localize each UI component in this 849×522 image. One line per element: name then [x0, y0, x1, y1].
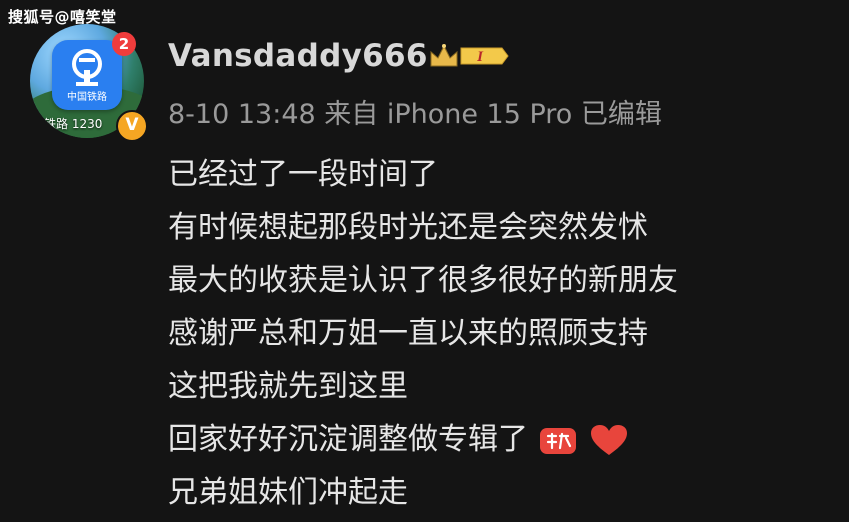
railway-app-icon: 中国铁路: [52, 40, 122, 110]
user-avatar[interactable]: 中国铁路 铁路 1230 2 V: [30, 24, 148, 142]
post-line: 有时候想起那段时光还是会突然发怵: [168, 210, 648, 245]
username[interactable]: Vansdaddy666: [168, 38, 428, 74]
fist-emoji-icon: [539, 427, 576, 454]
post-line: 已经过了一段时间了: [168, 157, 438, 192]
railway-logo-icon: [72, 49, 102, 86]
post-line-text: 回家好好沉淀调整做专辑了: [168, 422, 528, 457]
level-label: I: [476, 49, 484, 65]
post-body: 已经过了一段时间了 有时候想起那段时光还是会突然发怵 最大的收获是认识了很多很好…: [168, 148, 828, 519]
post-line: 最大的收获是认识了很多很好的新朋友: [168, 263, 678, 298]
post-line: 感谢严总和万姐一直以来的照顾支持: [168, 316, 648, 351]
red-heart-icon: [591, 424, 628, 455]
crown-level-icon: I: [430, 44, 509, 67]
user-level-badge[interactable]: I: [428, 40, 510, 72]
post-line: 兄弟姐妹们冲起走: [168, 475, 408, 510]
notification-badge: 2: [112, 32, 136, 56]
app-icon-caption: 中国铁路: [67, 92, 107, 103]
post-meta: 8-10 13:48 来自 iPhone 15 Pro 已编辑: [168, 99, 662, 130]
verified-badge-icon: V: [116, 110, 148, 142]
post-line: 回家好好沉淀调整做专辑了: [168, 413, 828, 466]
post-line: 这把我就先到这里: [168, 369, 408, 404]
